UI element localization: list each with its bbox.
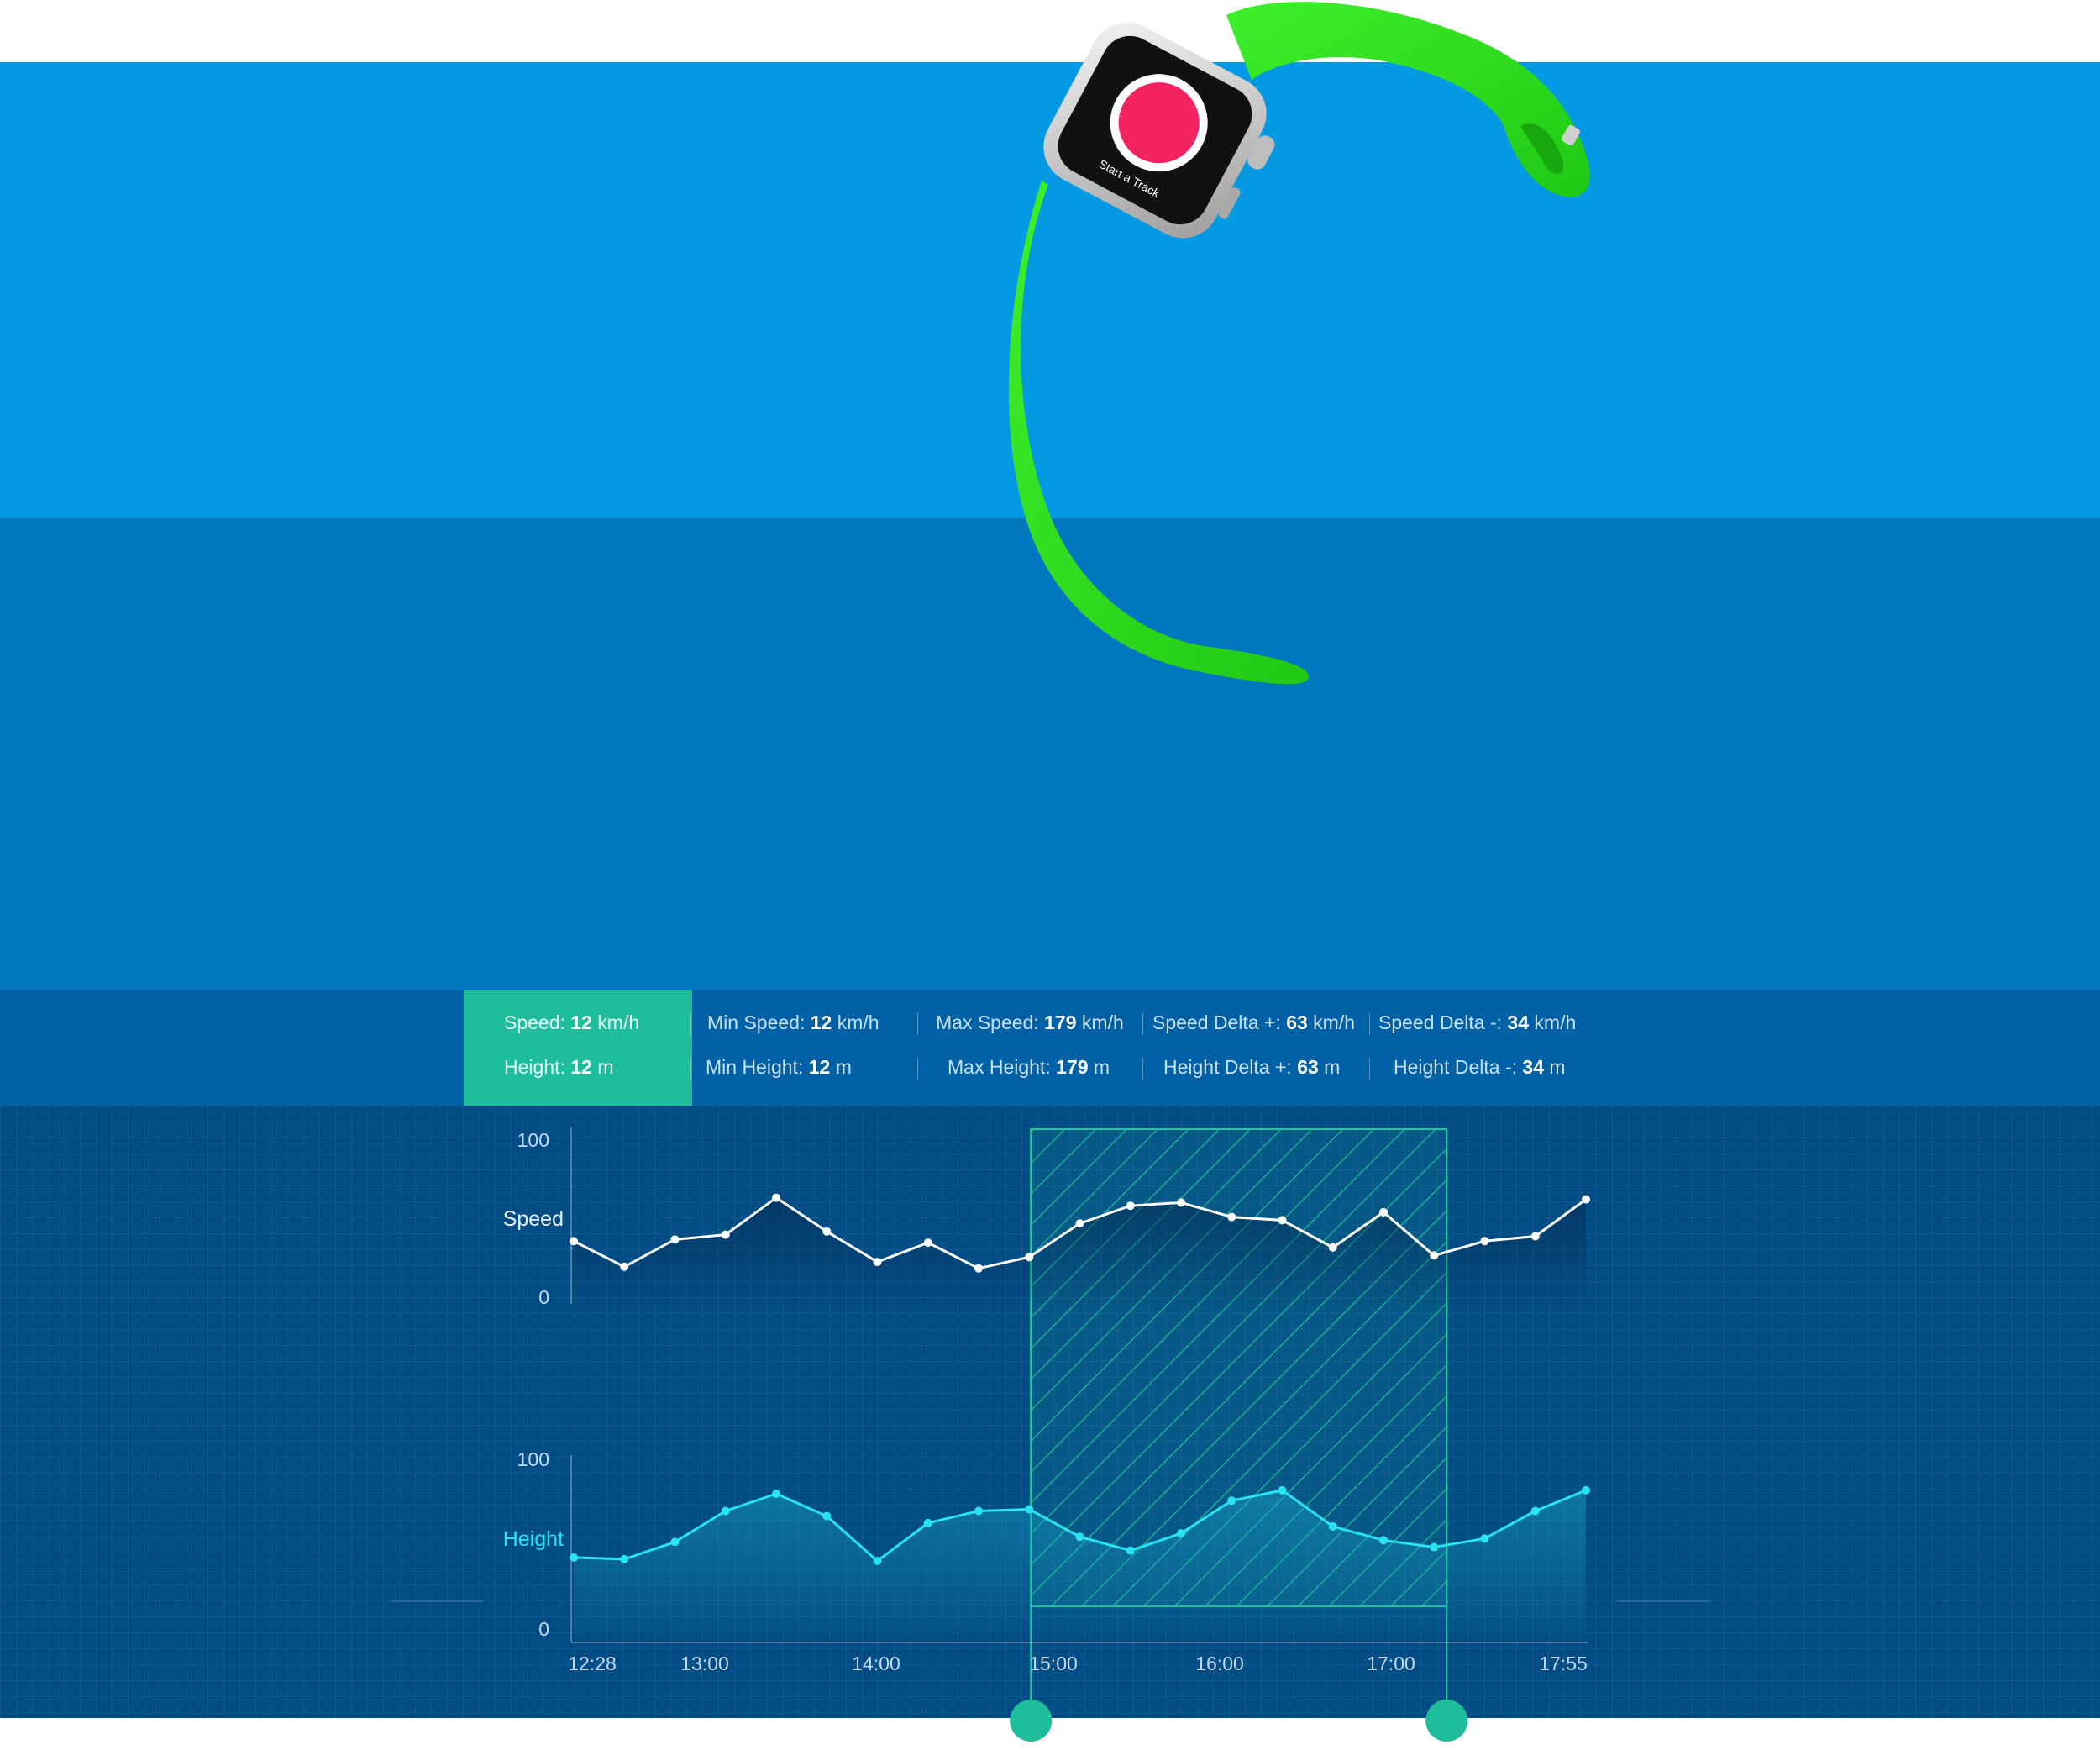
speed-point: [670, 1235, 680, 1244]
height-point: [1278, 1485, 1287, 1495]
height-point: [1328, 1521, 1337, 1531]
speed-point: [1025, 1253, 1034, 1262]
speed-axis-min: 0: [538, 1286, 549, 1308]
speed-point: [772, 1193, 780, 1202]
height-point: [1582, 1485, 1590, 1495]
speed-point: [873, 1258, 882, 1267]
height-point: [1025, 1505, 1034, 1514]
x-tick-label: 16:00: [1195, 1653, 1244, 1674]
speed-point: [1430, 1251, 1439, 1260]
speed-point: [620, 1262, 629, 1271]
speed-point: [822, 1227, 832, 1236]
height-point: [620, 1554, 629, 1563]
height-point: [1227, 1496, 1236, 1506]
x-tick-label: 13:00: [680, 1653, 729, 1674]
x-tick-label: 17:55: [1539, 1653, 1588, 1674]
height-point: [570, 1553, 578, 1562]
speed-point: [570, 1237, 578, 1246]
height-point: [721, 1506, 730, 1516]
range-handle-left[interactable]: [1010, 1700, 1053, 1742]
height-point: [873, 1556, 882, 1565]
height-point: [974, 1506, 983, 1516]
x-tick-label: 17:00: [1367, 1653, 1415, 1674]
height-point: [1177, 1529, 1185, 1538]
height-point: [1480, 1534, 1489, 1543]
range-handle-right[interactable]: [1425, 1700, 1468, 1742]
speed-point: [1379, 1207, 1388, 1217]
height-point: [923, 1518, 932, 1527]
height-axis-max: 100: [517, 1448, 549, 1470]
speed-point: [1278, 1216, 1287, 1225]
x-tick-label: 12:28: [568, 1653, 617, 1674]
height-point: [1379, 1536, 1388, 1545]
speed-point: [1177, 1198, 1185, 1207]
speed-point: [1530, 1232, 1540, 1241]
height-axis-min: 0: [538, 1618, 549, 1640]
height-point: [1530, 1506, 1540, 1516]
height-point: [1075, 1532, 1084, 1542]
chart: 100 Speed 0 100 Height 0 12:28 13:00 14:…: [391, 1127, 1709, 1742]
speed-point: [1075, 1219, 1084, 1228]
height-point: [1430, 1542, 1439, 1552]
height-point: [772, 1490, 780, 1498]
height-point: [670, 1537, 680, 1547]
x-tick-label: 14:00: [852, 1653, 900, 1674]
speed-point: [1328, 1243, 1337, 1252]
height-point: [822, 1511, 832, 1521]
height-point: [1126, 1546, 1135, 1555]
speed-point: [721, 1230, 730, 1239]
speed-point: [1480, 1237, 1489, 1246]
speed-axis-label: Speed: [503, 1207, 564, 1231]
speed-point: [1582, 1195, 1590, 1204]
speed-point: [1227, 1212, 1236, 1222]
height-axis-label: Height: [503, 1527, 564, 1551]
speed-point: [923, 1238, 932, 1248]
x-tick-label: 15:00: [1029, 1653, 1078, 1674]
speed-point: [1126, 1201, 1135, 1211]
speed-point: [974, 1264, 983, 1273]
speed-axis-max: 100: [517, 1129, 549, 1151]
